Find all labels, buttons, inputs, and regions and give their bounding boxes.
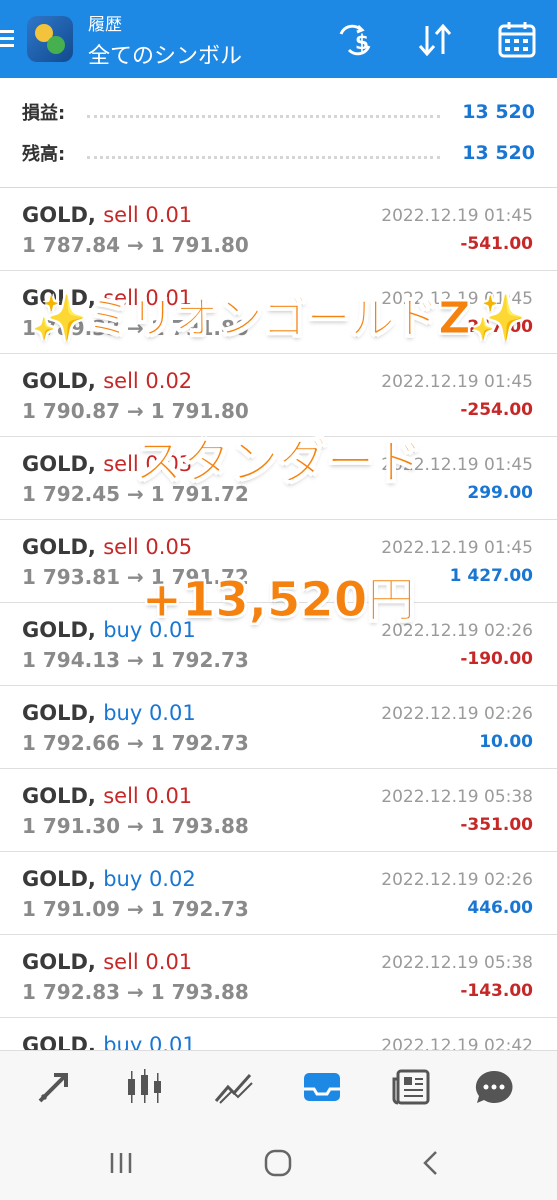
- trade-row[interactable]: GOLD, buy 0.01 2022.12.19 02:42: [0, 1018, 557, 1050]
- trade-profit: -254.00: [460, 400, 533, 420]
- trade-side: sell 0.01: [103, 784, 193, 808]
- trade-date: 2022.12.19 02:42: [381, 1036, 533, 1050]
- trade-side: sell 0.01: [103, 950, 193, 974]
- trade-prices: 1 791.30 → 1 793.88: [22, 814, 249, 838]
- calendar-icon[interactable]: [496, 20, 538, 60]
- dotted-leader: [87, 155, 441, 159]
- app-header: 履歴 全てのシンボル $: [0, 0, 557, 78]
- trade-symbol: GOLD, sell 0.01: [22, 784, 192, 808]
- history-tray-icon[interactable]: [300, 1067, 344, 1107]
- news-icon[interactable]: [390, 1067, 434, 1107]
- currency-filter-icon[interactable]: $: [334, 20, 376, 60]
- trade-side: buy 0.01: [103, 701, 196, 725]
- trade-date: 2022.12.19 01:45: [381, 372, 533, 392]
- trade-date: 2022.12.19 05:38: [381, 953, 533, 973]
- trade-icon[interactable]: [34, 1067, 78, 1107]
- profit-row: 損益: 13 520: [22, 92, 535, 132]
- trade-side: sell 0.05: [103, 535, 193, 559]
- trade-side: buy 0.01: [103, 1033, 196, 1050]
- trade-date: 2022.12.19 02:26: [381, 870, 533, 890]
- trade-side: sell 0.02: [103, 369, 193, 393]
- trade-symbol: GOLD, buy 0.01: [22, 1033, 196, 1050]
- trade-prices: 1 787.84 → 1 791.80: [22, 233, 249, 257]
- trade-prices: 1 791.09 → 1 792.73: [22, 897, 249, 921]
- symbol-text: GOLD,: [22, 535, 96, 559]
- trade-profit: -351.00: [460, 815, 533, 835]
- trade-row[interactable]: GOLD, sell 0.01 1 787.84 → 1 791.80 2022.1…: [0, 188, 557, 271]
- symbol-text: GOLD,: [22, 1033, 96, 1050]
- trade-profit: -541.00: [460, 234, 533, 254]
- trade-side: buy 0.02: [103, 867, 196, 891]
- trade-date: 2022.12.19 01:45: [381, 538, 533, 558]
- trade-row[interactable]: GOLD, buy 0.02 1 791.09 → 1 792.73 2022.12…: [0, 852, 557, 935]
- profit-label: 損益:: [22, 103, 66, 124]
- page-title-small: 履歴: [88, 15, 122, 35]
- profit-value: 13 520: [462, 101, 535, 123]
- trade-prices: 1 790.87 → 1 791.80: [22, 399, 249, 423]
- trade-symbol: GOLD, sell 0.01: [22, 203, 192, 227]
- trade-symbol: GOLD, sell 0.02: [22, 369, 192, 393]
- trade-symbol: GOLD, sell 0.01: [22, 950, 192, 974]
- trade-prices: 1 792.66 → 1 792.73: [22, 731, 249, 755]
- promo-profit: +13,520円: [141, 572, 416, 629]
- symbol-text: GOLD,: [22, 369, 96, 393]
- trade-symbol: GOLD, buy 0.02: [22, 867, 196, 891]
- recent-apps-icon[interactable]: [104, 1147, 140, 1179]
- trade-row[interactable]: GOLD, sell 0.01 1 791.30 → 1 793.88 2022.1…: [0, 769, 557, 852]
- trade-prices: 1 792.83 → 1 793.88: [22, 980, 249, 1004]
- symbol-filter-title[interactable]: 全てのシンボル: [88, 38, 242, 70]
- promo-subtitle: スタンダード: [134, 434, 423, 491]
- symbol-text: GOLD,: [22, 701, 96, 725]
- symbol-text: GOLD,: [22, 867, 96, 891]
- trade-date: 2022.12.19 02:26: [381, 704, 533, 724]
- trend-icon[interactable]: [212, 1067, 256, 1107]
- promo-title-text: ミリオンゴールドZ: [86, 293, 471, 345]
- symbol-text: GOLD,: [22, 203, 96, 227]
- chart-candles-icon[interactable]: [124, 1067, 168, 1107]
- dotted-leader: [87, 114, 441, 118]
- trade-date: 2022.12.19 05:38: [381, 787, 533, 807]
- home-icon[interactable]: [260, 1147, 296, 1179]
- trade-side: sell 0.01: [103, 203, 193, 227]
- account-summary: 損益: 13 520 残高: 13 520: [0, 78, 557, 188]
- trade-row[interactable]: GOLD, sell 0.01 1 792.83 → 1 793.88 2022.1…: [0, 935, 557, 1018]
- trade-profit: 446.00: [467, 898, 533, 918]
- trade-date: 2022.12.19 01:45: [381, 206, 533, 226]
- symbol-text: GOLD,: [22, 950, 96, 974]
- back-icon[interactable]: [414, 1147, 450, 1179]
- trade-profit: -143.00: [460, 981, 533, 1001]
- app-logo-icon: [27, 16, 73, 62]
- promo-title: ✨ミリオンゴールドZ✨: [0, 282, 557, 346]
- balance-row: 残高: 13 520: [22, 133, 535, 173]
- symbol-text: GOLD,: [22, 784, 96, 808]
- balance-value: 13 520: [462, 142, 535, 164]
- trade-row[interactable]: GOLD, buy 0.01 1 792.66 → 1 792.73 2022.12…: [0, 686, 557, 769]
- chat-icon[interactable]: [472, 1067, 516, 1107]
- trade-profit: -190.00: [460, 649, 533, 669]
- trade-symbol: GOLD, sell 0.05: [22, 535, 192, 559]
- sparkle-icon: ✨: [31, 293, 87, 345]
- trade-symbol: GOLD, buy 0.01: [22, 701, 196, 725]
- sparkle-icon: ✨: [470, 293, 526, 345]
- system-navigation-bar: [0, 1125, 557, 1200]
- trade-prices: 1 794.13 → 1 792.73: [22, 648, 249, 672]
- sort-icon[interactable]: [414, 20, 456, 60]
- menu-icon[interactable]: [0, 26, 16, 50]
- bottom-navigation: [0, 1050, 557, 1125]
- trade-profit: 10.00: [479, 732, 533, 752]
- balance-label: 残高:: [22, 144, 66, 165]
